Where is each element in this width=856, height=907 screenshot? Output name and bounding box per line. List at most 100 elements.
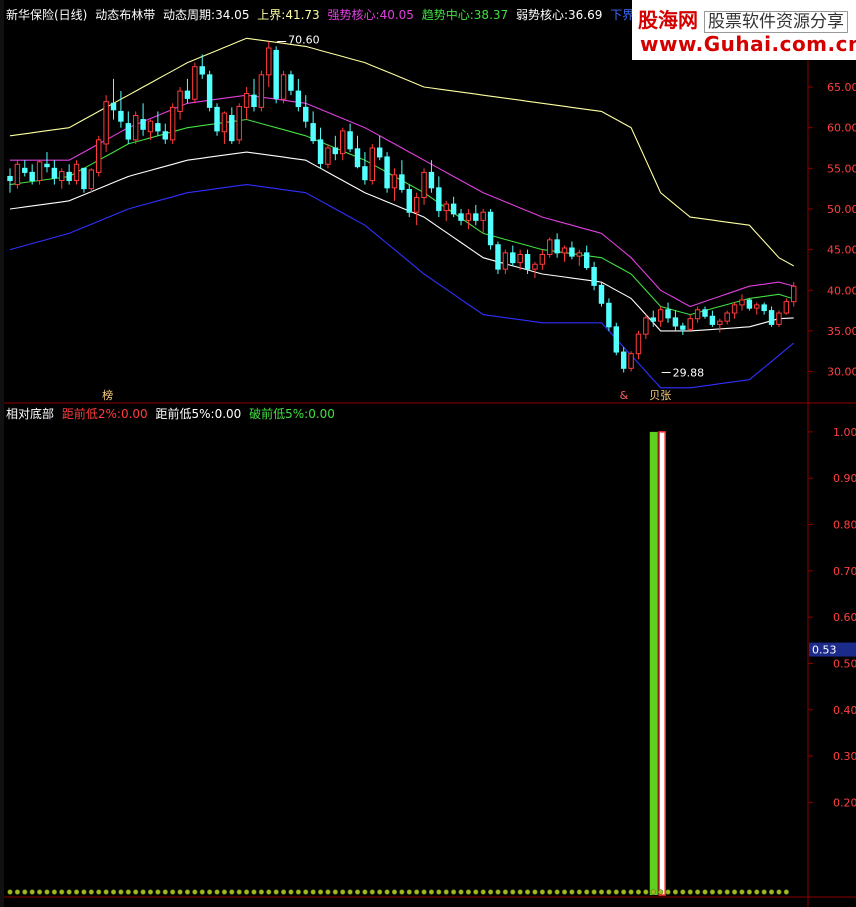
candle-body	[517, 253, 523, 264]
candle-body	[532, 263, 538, 270]
signal-marker: 贝张	[649, 389, 671, 402]
upper-value: 41.73	[285, 8, 320, 22]
baseline-dot	[310, 889, 316, 895]
candle-body	[29, 171, 35, 182]
baseline-dot	[554, 889, 560, 895]
strong-value: 40.05	[379, 8, 414, 22]
logo-name: 股海网	[638, 8, 698, 32]
candle-body	[657, 309, 664, 322]
baseline-dot	[192, 889, 198, 895]
band-trend	[9, 118, 794, 316]
baseline-dot	[473, 889, 479, 895]
candle-body	[783, 301, 790, 314]
baseline-dot	[687, 889, 693, 895]
baseline-dot	[214, 889, 220, 895]
baseline-dot	[96, 889, 102, 895]
candle-body	[339, 130, 346, 155]
baseline-dot	[229, 889, 235, 895]
baseline-dot	[369, 889, 375, 895]
baseline-dot	[14, 889, 20, 895]
baseline-dot	[621, 889, 627, 895]
baseline-dot	[362, 889, 368, 895]
baseline-dot	[768, 889, 775, 895]
d2-value: 0.00	[120, 407, 148, 421]
candle-body	[768, 310, 775, 325]
baseline-dot	[576, 889, 582, 895]
baseline-dot	[36, 889, 43, 895]
candle-body	[724, 312, 730, 322]
baseline-dot	[658, 889, 664, 895]
candle-body	[421, 171, 427, 199]
candle-body	[22, 167, 28, 173]
baseline-dot	[22, 889, 28, 895]
baseline-dot	[458, 889, 464, 895]
baseline-dot	[391, 889, 398, 895]
b5-value: 0.00	[308, 407, 335, 421]
price-annotation: 29.88	[673, 367, 705, 380]
d2-label: 距前低2%:	[61, 407, 121, 421]
baseline-dot	[325, 889, 331, 895]
baseline-dot	[251, 889, 257, 895]
baseline-dot	[643, 889, 649, 895]
candle-body	[354, 148, 361, 168]
price-annotation: 70.60	[288, 34, 320, 47]
baseline-dot	[377, 889, 383, 895]
candle-body	[332, 147, 339, 155]
baseline-dot	[754, 889, 760, 895]
chart-canvas: 70.60 29.88 榜 & 贝张 65.00 60.00 55.00 50.00 45.00…	[0, 0, 856, 907]
indicator-tick-label: 0.50	[833, 657, 856, 670]
weak-label: 弱势核心:	[515, 8, 569, 22]
baseline-dot	[650, 889, 656, 895]
candle-body	[310, 123, 316, 142]
weak-value: 36.69	[568, 8, 603, 22]
candle-body	[598, 284, 605, 304]
baseline-dot	[487, 889, 494, 895]
candle-body	[243, 93, 250, 108]
baseline-dot	[133, 889, 139, 895]
candle-body	[650, 317, 656, 322]
candle-body	[155, 123, 161, 132]
candle-body	[709, 315, 716, 325]
left-scroll-edge[interactable]	[0, 0, 4, 907]
baseline-dot	[177, 889, 183, 895]
baseline-dot	[295, 889, 301, 895]
baseline-dot	[243, 889, 250, 895]
bollinger-bands	[9, 37, 795, 389]
trend-label: 趋势中心:	[421, 8, 474, 22]
candle-body	[680, 325, 686, 330]
baseline-dot	[665, 889, 671, 895]
price-tick-label: 65.00	[827, 81, 856, 94]
candle-body	[162, 131, 168, 140]
baseline-dot	[66, 889, 72, 895]
candle-body	[147, 120, 154, 133]
baseline-dot	[399, 889, 405, 895]
candle-body	[643, 317, 649, 335]
candle-body	[199, 66, 205, 75]
candle-body	[81, 167, 87, 190]
baseline-dot	[303, 889, 309, 895]
baseline-dot	[532, 889, 538, 895]
baseline-dot	[695, 889, 701, 895]
baseline-dot	[288, 889, 294, 895]
candle-body	[754, 304, 760, 309]
baseline-dot	[414, 889, 420, 895]
candle-body	[576, 252, 583, 257]
baseline-dot	[717, 889, 723, 895]
baseline-dot	[340, 889, 346, 895]
candle-body	[177, 90, 183, 112]
candle-body	[96, 139, 102, 173]
baseline-dot	[436, 889, 442, 895]
indicator-axis-ticks: 1.00 0.90 0.80 0.70 0.60 0.50 0.40 0.30 0.20 0.53	[808, 426, 856, 809]
candle-body	[406, 188, 412, 213]
price-tick-label: 60.00	[827, 122, 856, 135]
baseline-dot	[451, 889, 457, 895]
baseline-dot	[628, 889, 634, 895]
candle-body	[776, 312, 782, 325]
trend-value: 38.37	[473, 8, 509, 22]
baseline-dot	[428, 889, 435, 895]
baseline-dot	[354, 889, 361, 895]
b5-label: 破前低5%:	[249, 407, 309, 421]
baseline-dot	[502, 889, 508, 895]
candle-body	[620, 351, 627, 369]
baseline-dot	[406, 889, 412, 895]
